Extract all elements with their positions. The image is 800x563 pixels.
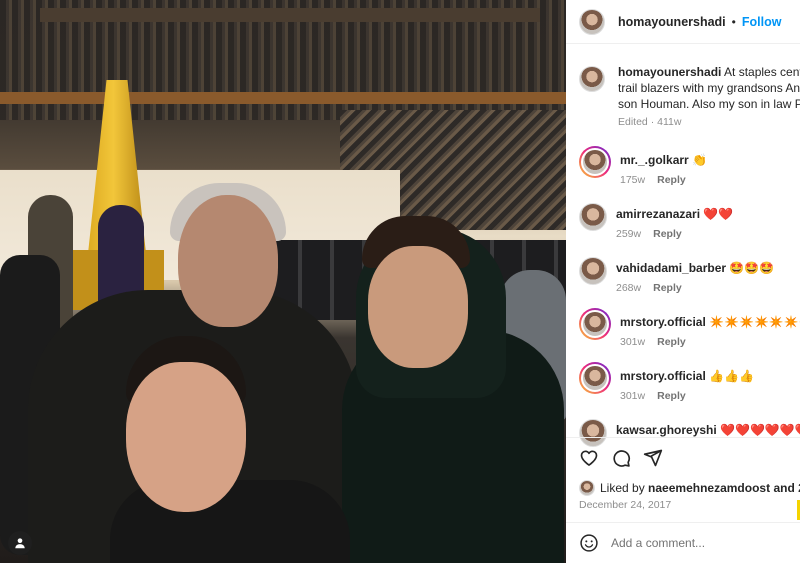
comment-text: ❤️❤️ [703,207,734,221]
commenter-avatar[interactable] [579,257,607,285]
author-username[interactable]: homayounershadi [618,15,726,29]
comment-time: 268w [616,282,642,294]
caption-line: trail blazers with my grandsons Anth [618,81,800,95]
like-button[interactable] [578,447,600,469]
reply-button[interactable]: Reply [653,282,682,294]
elder-man-face [178,195,278,327]
liker-username[interactable]: naeemehnezamdoost [648,481,770,495]
commenter-username[interactable]: kawsar.ghoreyshi [616,423,717,437]
comment-time: 301w [620,390,646,402]
post-date: December 24, 2017 [579,499,672,511]
commenter-username[interactable]: mrstory.official [620,315,706,329]
commenter-avatar [581,364,609,392]
comment-time: 259w [616,228,642,240]
commenter-username[interactable]: mrstory.official [620,369,706,383]
comment-text: 👍👍👍 [709,369,754,383]
comment-button[interactable] [610,447,632,469]
teen-face [368,246,468,368]
liker-avatar [579,480,595,496]
arena-led-band [0,92,566,104]
story-ring[interactable] [579,146,611,178]
share-button[interactable] [642,447,664,469]
commenter-avatar[interactable] [579,203,607,231]
caption-author-avatar[interactable] [579,66,605,92]
commenter-username[interactable]: amirrezanazari [616,207,700,221]
story-ring[interactable] [579,308,611,340]
separator-dot: • [731,14,736,29]
kid-face [126,362,246,512]
comment-item: amirrezanazari ❤️❤️ 259w Reply [579,200,800,240]
comment-text: ✴️✴️✴️✴️✴️✴️✴️ [709,315,800,329]
story-ring[interactable] [579,362,611,394]
commenter-username[interactable]: vahidadami_barber [616,261,726,275]
commenter-avatar [581,310,609,338]
comment-text: ❤️❤️❤️❤️❤️❤️ [720,423,800,437]
likes-summary[interactable]: Liked by naeemehnezamdoost and 2,72 [579,480,800,496]
comment-item: vahidadami_barber 🤩🤩🤩 268w Reply [579,254,800,294]
comment-item: mr._.golkarr 👏 175w Reply [579,146,800,186]
reply-button[interactable]: Reply [657,390,686,402]
author-avatar[interactable] [579,8,605,35]
commenter-username[interactable]: mr._.golkarr [620,153,689,167]
reply-button[interactable]: Reply [653,228,682,240]
heart-icon [580,450,598,466]
likes-prefix: Liked by [600,481,645,495]
caption-line: At staples center, [724,65,800,79]
comment-text: 🤩🤩🤩 [729,261,775,275]
user-tag-button[interactable] [8,531,32,555]
comment-icon [613,449,631,467]
likes-count[interactable]: and 2,72 [773,481,800,495]
reply-button[interactable]: Reply [657,336,686,348]
comment-item: mrstory.official 👍👍👍 301w Reply [579,362,800,402]
comment-item: mrstory.official ✴️✴️✴️✴️✴️✴️✴️ 301w Repl… [579,308,800,348]
arena-banner [40,8,540,22]
caption-text: homayounershadi At staples center, trail… [618,64,800,112]
add-comment-bar [566,522,800,563]
reply-button[interactable]: Reply [657,174,686,186]
user-tag-icon [15,538,25,549]
post-header: homayounershadi • Follow [566,0,800,44]
comment-time: 301w [620,336,646,348]
follow-button[interactable]: Follow [742,15,782,29]
emoji-icon[interactable] [579,533,599,553]
post-actions [566,437,800,477]
share-icon [643,449,663,466]
caption-line: son Houman. Also my son in law Pa [618,97,800,111]
post-caption: homayounershadi At staples center, trail… [579,64,800,128]
comment-time: 175w [620,174,646,186]
comment-text: 👏 [692,153,707,167]
caption-meta: Edited · 411w [618,116,682,128]
comment-input[interactable] [611,536,791,550]
post-photo[interactable] [0,0,566,563]
commenter-avatar [581,148,609,176]
post-side-panel: homayounershadi • Follow homayounershadi… [566,0,800,563]
caption-username[interactable]: homayounershadi [618,65,721,79]
